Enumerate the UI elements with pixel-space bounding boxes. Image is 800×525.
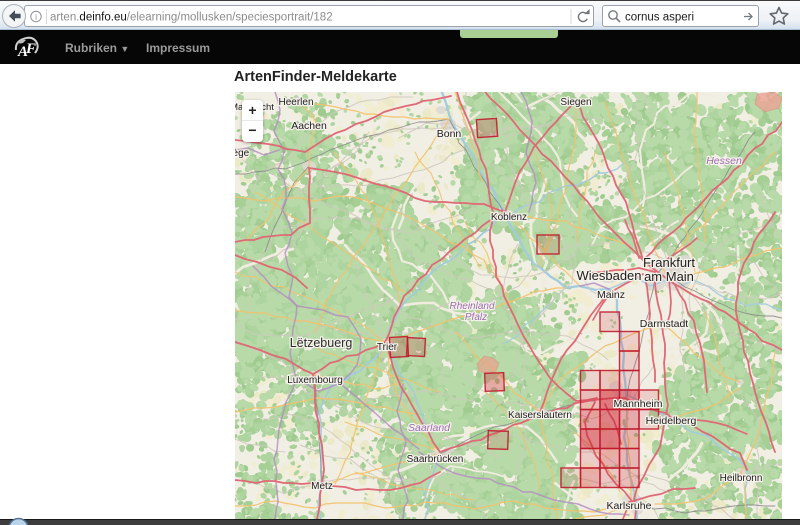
svg-text:Darmstadt: Darmstadt xyxy=(640,318,689,330)
svg-text:Lëtzebuerg: Lëtzebuerg xyxy=(290,336,353,350)
svg-text:Luxembourg: Luxembourg xyxy=(287,375,343,386)
svg-text:Kaiserslautern: Kaiserslautern xyxy=(508,410,572,421)
svg-text:Karlsruhe: Karlsruhe xyxy=(607,500,652,512)
svg-text:Mannheim: Mannheim xyxy=(613,398,662,410)
svg-text:Wiesbaden: Wiesbaden xyxy=(576,268,641,283)
svg-text:Heilbronn: Heilbronn xyxy=(720,473,763,484)
svg-text:Frankfurt: Frankfurt xyxy=(643,255,695,270)
svg-text:Koblenz: Koblenz xyxy=(491,212,527,223)
svg-text:F: F xyxy=(25,41,36,57)
svg-text:am Main: am Main xyxy=(644,269,694,284)
svg-text:Siegen: Siegen xyxy=(560,97,591,108)
svg-text:cornus asperi: cornus asperi xyxy=(625,12,694,24)
svg-text:Saarbrücken: Saarbrücken xyxy=(407,454,464,465)
svg-text:Saarland: Saarland xyxy=(408,422,451,434)
svg-text:Liège: Liège xyxy=(235,148,250,159)
svg-text:Pfalz: Pfalz xyxy=(465,312,487,323)
svg-text:Heerlen: Heerlen xyxy=(278,97,313,108)
svg-text:Aachen: Aachen xyxy=(291,120,327,132)
svg-text:Mainz: Mainz xyxy=(597,289,625,301)
svg-text:Rheinland: Rheinland xyxy=(449,301,494,312)
svg-text:Trier: Trier xyxy=(377,342,398,353)
svg-text:Metz: Metz xyxy=(311,481,333,492)
svg-text:i: i xyxy=(35,12,38,22)
svg-text:Hessen: Hessen xyxy=(706,155,742,167)
svg-text:Bonn: Bonn xyxy=(437,128,462,140)
svg-text:Heidelberg: Heidelberg xyxy=(646,415,697,427)
svg-text:arten.deinfo.eu/elearning/moll: arten.deinfo.eu/elearning/mollusken/spec… xyxy=(50,12,333,24)
